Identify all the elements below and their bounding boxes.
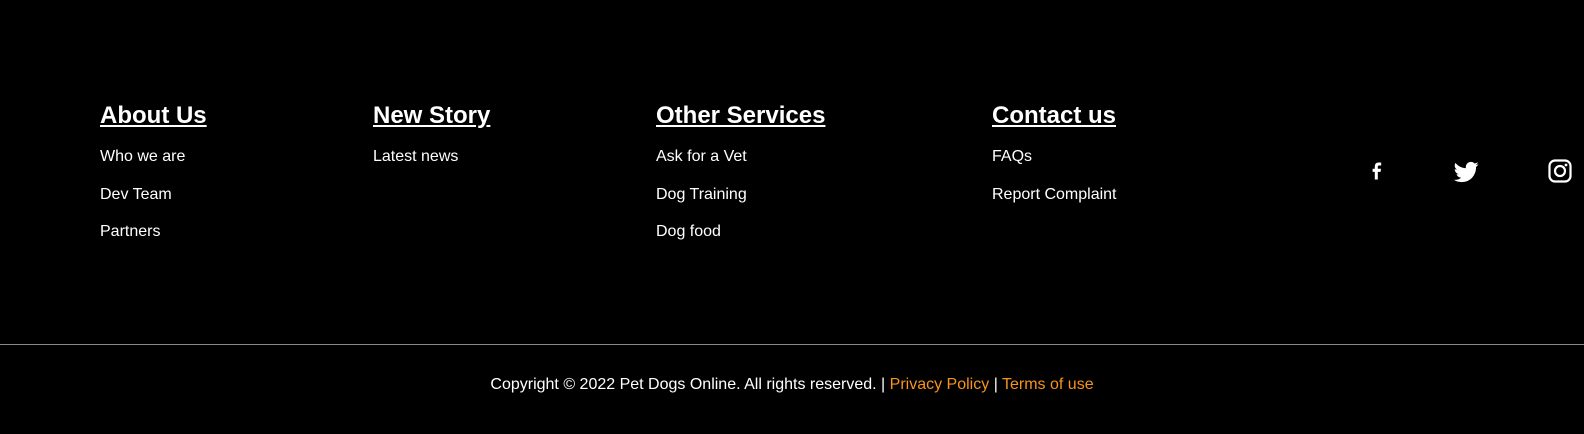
link-dev-team[interactable]: Dev Team [100, 186, 172, 203]
twitter-icon[interactable] [1452, 156, 1480, 186]
link-dog-food[interactable]: Dog food [656, 223, 721, 240]
list-item: Latest news [373, 146, 490, 168]
link-who-we-are[interactable]: Who we are [100, 148, 185, 165]
facebook-icon[interactable] [1370, 156, 1384, 186]
footer-column-about: About Us Who we are Dev Team Partners [100, 100, 207, 259]
social-links [1360, 156, 1584, 186]
terms-of-use-link[interactable]: Terms of use [1002, 376, 1094, 393]
footer-column-other-services: Other Services Ask for a Vet Dog Trainin… [656, 100, 825, 259]
copyright-bar: Copyright © 2022 Pet Dogs Online. All ri… [0, 374, 1584, 396]
privacy-policy-link[interactable]: Privacy Policy [890, 376, 990, 393]
list-item: FAQs [992, 146, 1117, 168]
footer-heading-about: About Us [100, 102, 207, 129]
footer-heading-contact: Contact us [992, 102, 1117, 129]
list-item: Report Complaint [992, 184, 1117, 206]
separator: | [881, 376, 886, 393]
link-ask-for-a-vet[interactable]: Ask for a Vet [656, 148, 747, 165]
footer-links-new-story: Latest news [373, 146, 490, 168]
list-item: Dog food [656, 221, 825, 243]
footer-heading-other-services: Other Services [656, 102, 826, 129]
link-faqs[interactable]: FAQs [992, 148, 1032, 165]
link-report-complaint[interactable]: Report Complaint [992, 186, 1117, 203]
list-item: Partners [100, 221, 207, 243]
footer-links-about: Who we are Dev Team Partners [100, 146, 207, 243]
list-item: Ask for a Vet [656, 146, 825, 168]
link-latest-news[interactable]: Latest news [373, 148, 458, 165]
link-partners[interactable]: Partners [100, 223, 160, 240]
footer-heading-new-story: New Story [373, 102, 491, 129]
footer-divider [0, 344, 1584, 345]
footer-column-contact: Contact us FAQs Report Complaint [992, 100, 1117, 221]
footer-links-contact: FAQs Report Complaint [992, 146, 1117, 206]
footer-links-other-services: Ask for a Vet Dog Training Dog food [656, 146, 825, 243]
site-footer: About Us Who we are Dev Team Partners Ne… [0, 0, 1584, 434]
list-item: Dog Training [656, 184, 825, 206]
list-item: Dev Team [100, 184, 207, 206]
separator: | [993, 376, 998, 393]
link-dog-training[interactable]: Dog Training [656, 186, 747, 203]
copyright-text: Copyright © 2022 Pet Dogs Online. All ri… [490, 376, 877, 393]
instagram-icon[interactable] [1547, 156, 1573, 186]
list-item: Who we are [100, 146, 207, 168]
footer-column-new-story: New Story Latest news [373, 100, 490, 184]
